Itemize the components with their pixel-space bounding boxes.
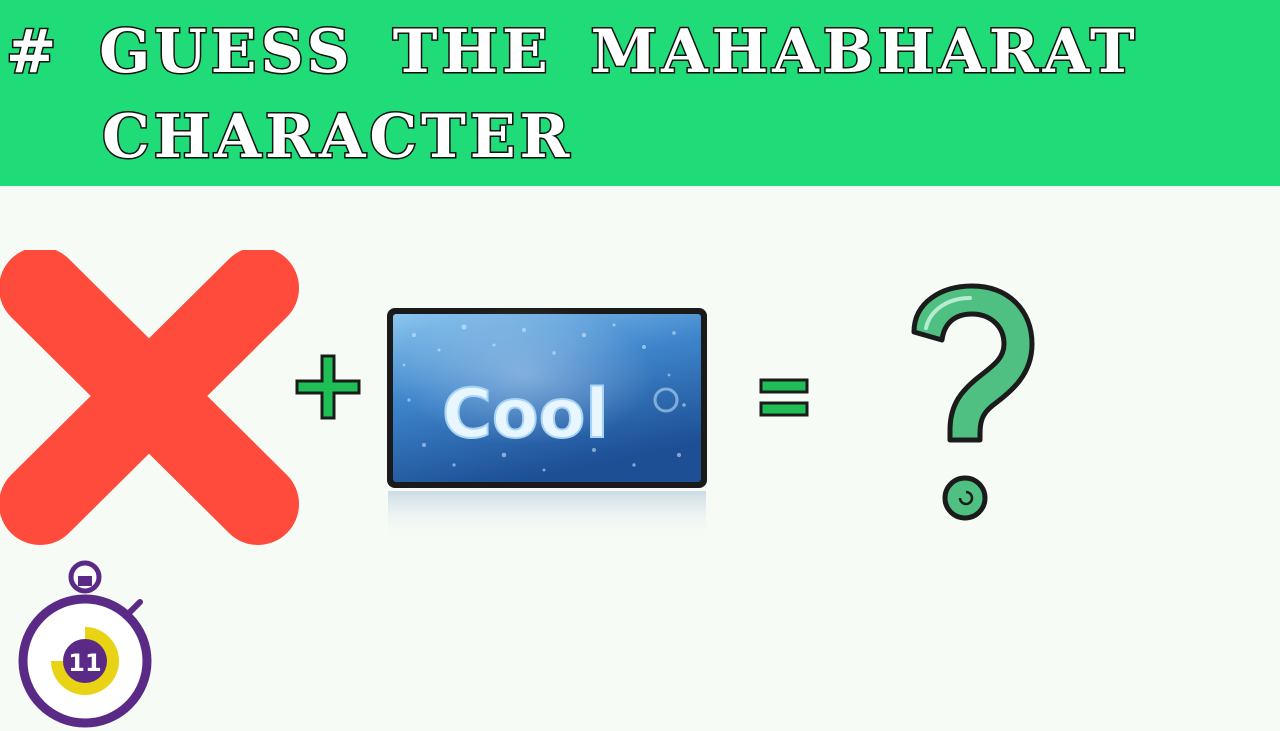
header-banner: # GUESS THE MAHABHARAT CHARACTER (0, 0, 1280, 186)
page-title-line-2: CHARACTER (100, 102, 574, 172)
question-mark-icon (911, 283, 1035, 521)
equals-operator-icon (759, 378, 809, 417)
cool-water-card: Cool (387, 305, 707, 488)
cool-text: Cool (442, 375, 609, 454)
plus-operator-icon (295, 354, 361, 420)
red-cross-icon (0, 250, 299, 545)
timer-value: 11 (68, 649, 101, 677)
cool-card-reflection (388, 491, 706, 541)
page-title-line-1: # GUESS THE MAHABHARAT (5, 17, 1139, 87)
countdown-timer: 11 (18, 560, 152, 728)
